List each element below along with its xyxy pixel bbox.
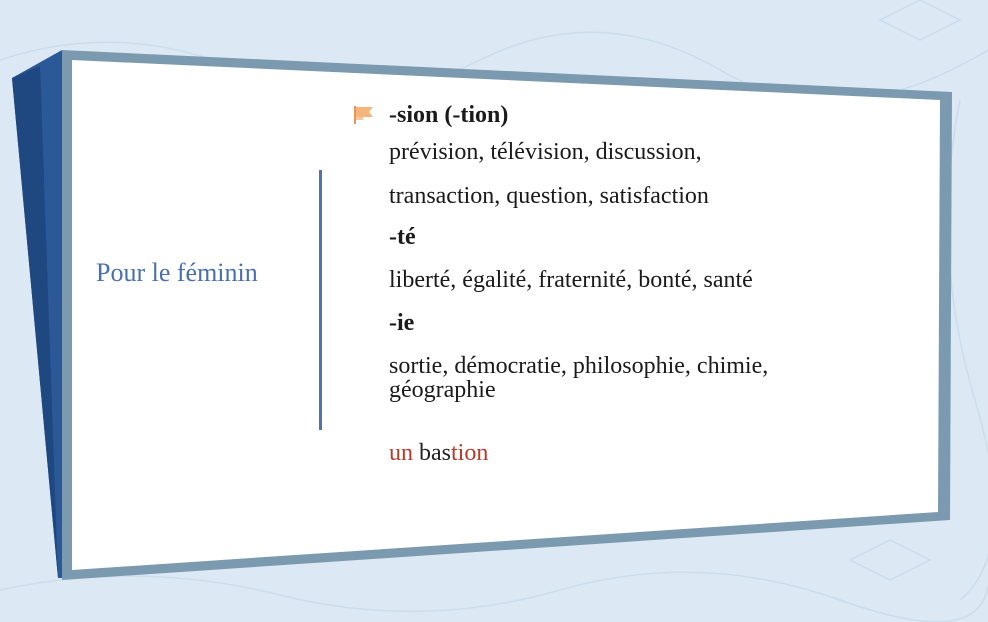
example-line: liberté, égalité, fraternité, bonté, san…: [389, 267, 753, 293]
example-line: sortie, démocratie, philosophie, chimie,: [389, 353, 769, 379]
article: un: [389, 440, 413, 466]
suffix-label: -té: [389, 224, 416, 250]
suffix-heading-sion: -sion (-tion): [354, 98, 909, 132]
suffix-label: -sion (-tion): [389, 102, 509, 128]
suffix-list: -sion (-tion) prévision, télévision, dis…: [354, 98, 909, 467]
flag-icon: [354, 106, 373, 124]
left-label: Pour le féminin: [96, 258, 258, 287]
suffix-heading-ie: -ie: [389, 306, 909, 340]
suffix-label: -ie: [389, 310, 415, 336]
suffix-heading-te: -té: [389, 220, 909, 254]
word-stem: bas: [419, 440, 451, 466]
example-line: prévision, télévision, discussion,: [389, 139, 702, 165]
example-line: géographie: [389, 377, 496, 403]
vertical-divider: [319, 170, 322, 430]
word-suffix: tion: [451, 440, 489, 466]
example-line: transaction, question, satisfaction: [389, 183, 709, 209]
word-example: un bastion: [389, 440, 909, 467]
